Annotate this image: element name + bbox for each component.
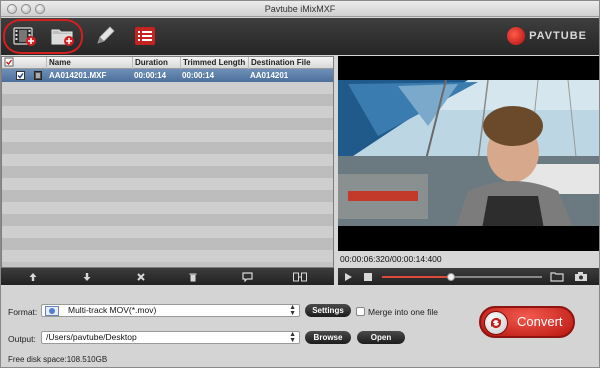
empty-row (2, 130, 333, 142)
column-trimmed-length[interactable]: Trimmed Length (180, 57, 248, 69)
pavtube-logo-icon (507, 27, 526, 45)
file-duration: 00:00:14 (134, 71, 167, 80)
empty-row (2, 94, 333, 106)
merge-icon[interactable] (293, 271, 307, 282)
progress-fill (382, 276, 451, 278)
app-window: Pavtube iMixMXF PAVTUBE Name Duration Tr… (0, 0, 600, 368)
empty-row (2, 250, 333, 262)
window-title: Pavtube iMixMXF (264, 4, 336, 14)
move-down-icon[interactable] (81, 271, 93, 282)
empty-row (2, 154, 333, 166)
move-up-icon[interactable] (27, 271, 39, 282)
empty-row (2, 214, 333, 226)
playback-controls (338, 268, 599, 285)
progress-slider[interactable] (382, 273, 542, 281)
minimize-window-button[interactable] (21, 4, 31, 14)
format-value: Multi-track MOV(*.mov) (68, 305, 157, 315)
table-header: Name Duration Trimmed Length Destination… (2, 57, 333, 69)
empty-row (2, 118, 333, 130)
output-path-field[interactable]: /Users/pavtube/Desktop ▲ ▼ (41, 331, 300, 344)
add-folder-button[interactable] (49, 23, 77, 49)
file-trimmed-length: 00:00:14 (182, 71, 215, 80)
open-folder-icon[interactable] (550, 271, 564, 284)
merge-checkbox[interactable] (356, 307, 365, 316)
column-name[interactable]: Name (46, 57, 132, 69)
empty-row (2, 226, 333, 238)
film-plus-icon (13, 27, 36, 46)
task-list-button[interactable] (131, 23, 159, 49)
column-duration[interactable]: Duration (132, 57, 180, 69)
trash-icon[interactable] (187, 271, 199, 282)
title-bar: Pavtube iMixMXF (1, 1, 599, 17)
preview-time: 00:00:06:320/00:00:14:400 (338, 251, 599, 268)
settings-button[interactable]: Settings (305, 304, 351, 317)
empty-row (2, 178, 333, 190)
browse-button[interactable]: Browse (305, 331, 351, 344)
close-window-button[interactable] (7, 4, 17, 14)
format-label: Format: (8, 307, 38, 317)
empty-row (2, 166, 333, 178)
stop-icon[interactable] (364, 273, 372, 283)
open-button[interactable]: Open (357, 331, 405, 344)
output-label: Output: (8, 334, 36, 344)
file-destination: AA014201 (250, 71, 289, 80)
zoom-window-button[interactable] (35, 4, 45, 14)
video-preview[interactable] (338, 56, 599, 251)
column-destination-file[interactable]: Destination File (248, 57, 333, 69)
chevron-updown-icon: ▲ ▼ (289, 304, 296, 317)
file-list: Name Duration Trimmed Length Destination… (1, 56, 334, 268)
empty-row (2, 202, 333, 214)
free-disk-space: Free disk space:108.510GB (8, 355, 108, 364)
table-row[interactable]: AA014201.MXF 00:00:14 00:00:14 AA014201 (2, 69, 333, 82)
convert-icon (484, 311, 508, 335)
empty-row (2, 82, 333, 94)
add-video-button[interactable] (11, 23, 39, 49)
progress-knob[interactable] (446, 273, 455, 281)
empty-row (2, 106, 333, 118)
checkbox-checked-icon (4, 57, 14, 67)
edit-button[interactable] (91, 23, 119, 49)
chevron-updown-icon: ▲ ▼ (289, 331, 296, 344)
snapshot-camera-icon[interactable] (574, 271, 588, 284)
empty-row (2, 238, 333, 250)
output-path: /Users/pavtube/Desktop (46, 332, 137, 342)
list-controls (1, 268, 334, 285)
empty-row (2, 190, 333, 202)
video-frame-image (338, 56, 599, 251)
select-all-checkbox[interactable] (2, 57, 16, 69)
merge-label: Merge into one file (368, 307, 438, 317)
folder-plus-icon (51, 29, 74, 46)
play-icon[interactable] (344, 272, 353, 284)
empty-row (2, 142, 333, 154)
toolbar: PAVTUBE (1, 18, 599, 55)
mov-format-icon (45, 306, 59, 319)
brand-name: PAVTUBE (529, 30, 587, 42)
format-select[interactable]: Multi-track MOV(*.mov) ▲ ▼ (41, 304, 300, 317)
checkbox-checked-icon (16, 71, 25, 80)
file-name: AA014201.MXF (49, 71, 107, 80)
pavtube-logo: PAVTUBE (507, 27, 587, 45)
convert-label: Convert (517, 314, 563, 329)
pencil-icon (97, 26, 115, 44)
remove-icon[interactable] (135, 271, 147, 282)
subtitle-icon[interactable] (241, 271, 253, 282)
convert-button[interactable]: Convert (479, 306, 575, 338)
list-icon (135, 27, 155, 45)
